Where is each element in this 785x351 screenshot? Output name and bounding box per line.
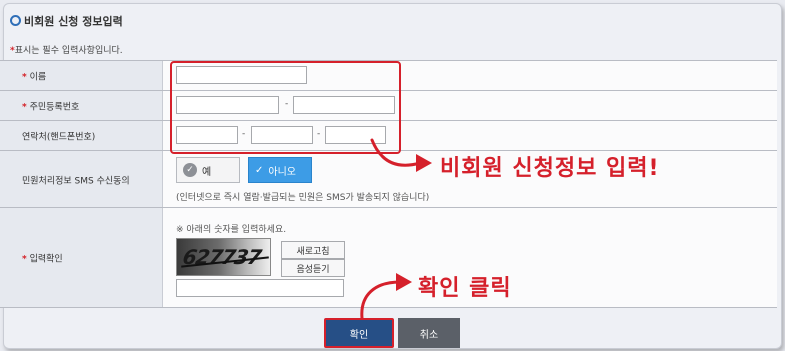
- input-annotation: 비회원 신청정보 입력!: [440, 156, 660, 181]
- click-annotation: 확인 클릭: [418, 276, 512, 301]
- annotation-arrows: [360, 138, 432, 320]
